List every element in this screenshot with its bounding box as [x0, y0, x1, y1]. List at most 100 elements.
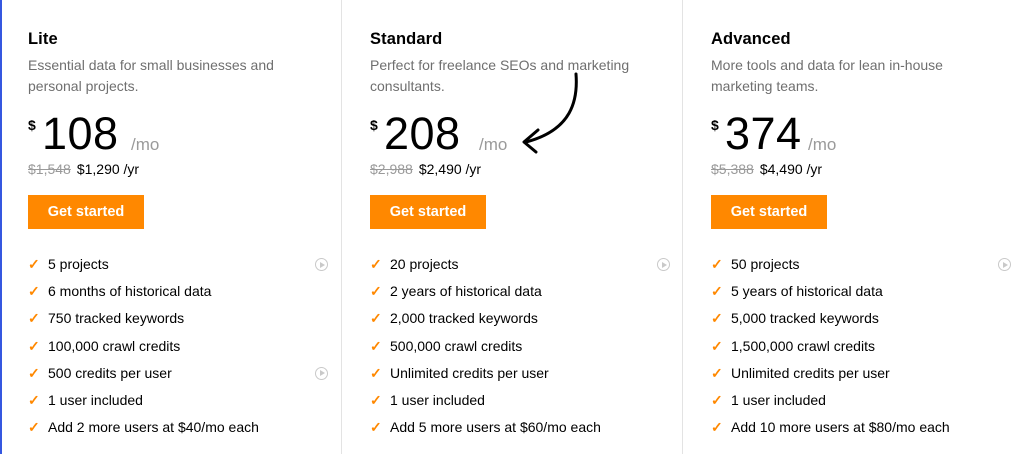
feature-text: 500,000 crawl credits — [390, 337, 523, 354]
plan-name: Lite — [28, 30, 58, 48]
price-period: /mo — [808, 135, 837, 154]
feature-list: ✓ 5 projects ✓ 6 months of historical data… — [28, 253, 328, 443]
price-amount: 108 — [42, 108, 119, 159]
feature-text: 6 months of historical data — [48, 283, 212, 300]
plan-card-standard: Standard Perfect for freelance SEOs and … — [341, 0, 682, 454]
plan-card-advanced: Advanced More tools and data for lean in… — [682, 0, 1024, 454]
feature-text: 2,000 tracked keywords — [390, 310, 538, 327]
check-icon: ✓ — [711, 364, 723, 381]
old-yearly-price: $1,548 — [28, 161, 71, 177]
check-icon: ✓ — [28, 419, 40, 436]
feature-item: ✓ 50 projects — [711, 253, 1011, 280]
check-icon: ✓ — [28, 337, 40, 354]
feature-text: 750 tracked keywords — [48, 310, 185, 327]
play-circle-icon[interactable] — [315, 258, 328, 271]
feature-item: ✓ 5,000 tracked keywords — [711, 307, 1011, 334]
plan-description: Perfect for freelance SEOs and marketing… — [370, 57, 630, 94]
yearly-price: $2,988 $2,490 /yr — [370, 161, 481, 177]
check-icon: ✓ — [711, 419, 723, 436]
feature-text: 5 years of historical data — [731, 283, 883, 300]
feature-list: ✓ 50 projects ✓ 5 years of historical data… — [711, 253, 1011, 443]
price-period: /mo — [131, 135, 160, 154]
feature-item: ✓ 6 months of historical data — [28, 280, 328, 307]
feature-text: Add 2 more users at $40/mo each — [48, 419, 259, 436]
feature-item: ✓ 1 user included — [370, 389, 670, 416]
check-icon: ✓ — [370, 419, 382, 436]
feature-text: 1 user included — [48, 391, 143, 408]
feature-item: ✓ 500,000 crawl credits — [370, 335, 670, 362]
feature-item: ✓ 5 years of historical data — [711, 280, 1011, 307]
play-circle-icon[interactable] — [657, 258, 670, 271]
feature-item: ✓ Add 2 more users at $40/mo each — [28, 416, 328, 443]
new-yearly-price: $4,490 /yr — [759, 161, 823, 177]
feature-item: ✓ 1 user included — [711, 389, 1011, 416]
feature-item: ✓ Add 5 more users at $60/mo each — [370, 416, 670, 443]
feature-text: 5,000 tracked keywords — [731, 310, 879, 327]
price-amount: 208 — [384, 108, 461, 159]
plan-name: Standard — [370, 30, 443, 48]
check-icon: ✓ — [370, 256, 382, 272]
check-icon: ✓ — [711, 391, 723, 408]
check-icon: ✓ — [28, 364, 40, 381]
feature-item: ✓ 750 tracked keywords — [28, 307, 328, 334]
play-circle-icon[interactable] — [998, 258, 1011, 271]
price-period: /mo — [479, 135, 508, 154]
feature-text: 1 user included — [731, 391, 826, 408]
feature-list: ✓ 20 projects ✓ 2 years of historical data… — [370, 253, 670, 443]
feature-text: Add 10 more users at $80/mo each — [731, 419, 950, 436]
currency-symbol: $ — [711, 117, 719, 133]
feature-text: Add 5 more users at $60/mo each — [390, 419, 601, 436]
yearly-price: $5,388 $4,490 /yr — [711, 161, 822, 177]
check-icon: ✓ — [28, 283, 40, 300]
price-amount: 374 — [725, 108, 802, 159]
feature-text: Unlimited credits per user — [731, 364, 890, 381]
feature-item: ✓ Add 10 more users at $80/mo each — [711, 416, 1011, 443]
feature-text: 100,000 crawl credits — [48, 337, 181, 354]
plan-description: Essential data for small businesses and … — [28, 57, 274, 94]
feature-text: 500 credits per user — [48, 364, 172, 381]
plan-name: Advanced — [711, 30, 791, 48]
plan-card-lite: Lite Essential data for small businesses… — [0, 0, 341, 454]
check-icon: ✓ — [28, 310, 40, 327]
feature-text: Unlimited credits per user — [390, 364, 549, 381]
feature-text: 20 projects — [390, 256, 459, 272]
feature-text: 50 projects — [731, 256, 800, 272]
get-started-button[interactable]: Get started — [370, 195, 486, 229]
feature-item: ✓ Unlimited credits per user — [370, 362, 670, 389]
new-yearly-price: $1,290 /yr — [76, 161, 140, 177]
check-icon: ✓ — [370, 310, 382, 327]
currency-symbol: $ — [370, 117, 378, 133]
yearly-price: $1,548 $1,290 /yr — [28, 161, 139, 177]
feature-item: ✓ 1 user included — [28, 389, 328, 416]
feature-item: ✓ 20 projects — [370, 253, 670, 280]
feature-item: ✓ 5 projects — [28, 253, 328, 280]
feature-text: 1 user included — [390, 391, 485, 408]
feature-item: ✓ Unlimited credits per user — [711, 362, 1011, 389]
feature-item: ✓ 2 years of historical data — [370, 280, 670, 307]
feature-text: 1,500,000 crawl credits — [731, 337, 875, 354]
check-icon: ✓ — [711, 256, 723, 272]
check-icon: ✓ — [370, 364, 382, 381]
check-icon: ✓ — [370, 391, 382, 408]
feature-item: ✓ 100,000 crawl credits — [28, 335, 328, 362]
feature-text: 5 projects — [48, 256, 109, 272]
old-yearly-price: $5,388 — [711, 161, 754, 177]
check-icon: ✓ — [711, 283, 723, 300]
feature-text: 2 years of historical data — [390, 283, 542, 300]
feature-item: ✓ 1,500,000 crawl credits — [711, 335, 1011, 362]
feature-item: ✓ 2,000 tracked keywords — [370, 307, 670, 334]
hand-drawn-arrow-icon — [522, 72, 578, 154]
play-circle-icon[interactable] — [315, 366, 328, 380]
get-started-button[interactable]: Get started — [711, 195, 827, 229]
check-icon: ✓ — [28, 256, 40, 272]
check-icon: ✓ — [28, 391, 40, 408]
currency-symbol: $ — [28, 117, 36, 133]
new-yearly-price: $2,490 /yr — [418, 161, 482, 177]
check-icon: ✓ — [711, 337, 723, 354]
check-icon: ✓ — [370, 337, 382, 354]
plan-description: More tools and data for lean in-house ma… — [711, 57, 943, 94]
check-icon: ✓ — [711, 310, 723, 327]
get-started-button[interactable]: Get started — [28, 195, 144, 229]
old-yearly-price: $2,988 — [370, 161, 413, 177]
feature-item: ✓ 500 credits per user — [28, 362, 328, 389]
